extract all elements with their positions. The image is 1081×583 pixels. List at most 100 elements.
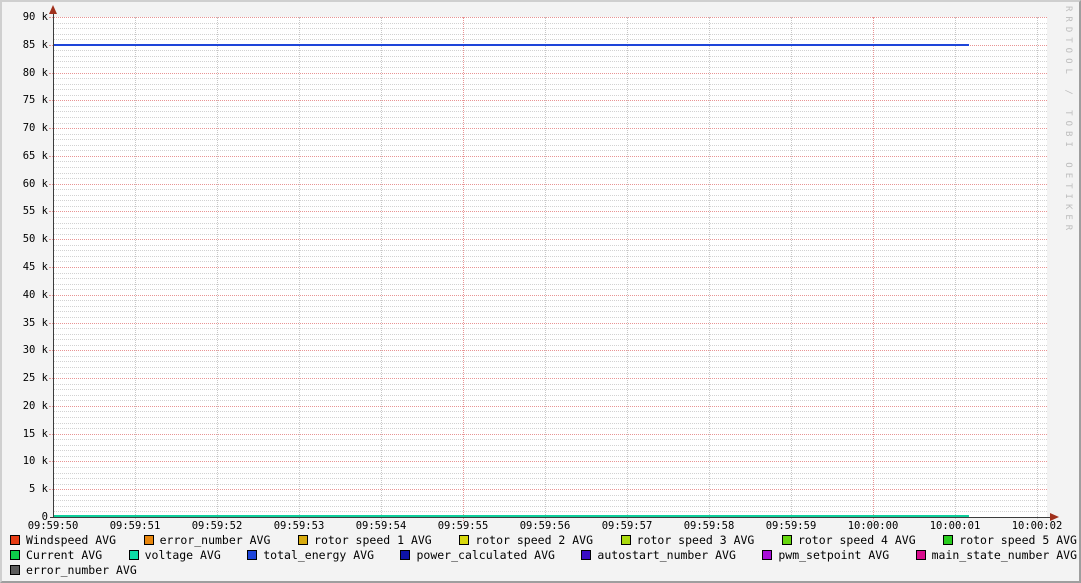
legend-item: error_number AVG xyxy=(144,533,271,547)
gridline-h-minor xyxy=(53,367,1047,368)
gridline-h-minor xyxy=(53,456,1047,457)
gridline-h-minor xyxy=(53,228,1047,229)
gridline-h-minor xyxy=(53,445,1047,446)
gridline-h-major xyxy=(49,461,1047,462)
y-tick-label: 10 k xyxy=(2,454,48,468)
plot-area xyxy=(53,17,1047,517)
x-tick-label: 09:59:57 xyxy=(587,520,667,533)
legend: Windspeed AVGerror_number AVGrotor speed… xyxy=(10,533,1077,578)
gridline-h-minor xyxy=(53,145,1047,146)
gridline-v-minor xyxy=(627,17,628,521)
gridline-h-minor xyxy=(53,423,1047,424)
gridline-h-minor xyxy=(53,78,1047,79)
gridline-h-minor xyxy=(53,261,1047,262)
gridline-h-major xyxy=(49,434,1047,435)
gridline-h-minor xyxy=(53,417,1047,418)
gridline-h-minor xyxy=(53,450,1047,451)
gridline-h-minor xyxy=(53,161,1047,162)
x-tick-label: 10:00:00 xyxy=(833,520,913,533)
legend-label: voltage AVG xyxy=(145,548,221,562)
gridline-h-minor xyxy=(53,317,1047,318)
gridline-h-minor xyxy=(53,473,1047,474)
gridline-h-major xyxy=(49,73,1047,74)
legend-swatch xyxy=(621,535,631,545)
gridline-v-minor xyxy=(545,17,546,521)
gridline-h-major xyxy=(49,156,1047,157)
gridline-h-minor xyxy=(53,189,1047,190)
legend-swatch xyxy=(10,535,20,545)
gridline-h-minor xyxy=(53,334,1047,335)
y-tick-label: 20 k xyxy=(2,399,48,413)
legend-label: main_state_number AVG xyxy=(932,548,1077,562)
gridline-h-major xyxy=(49,211,1047,212)
legend-label: error_number AVG xyxy=(26,563,137,577)
legend-item: rotor speed 4 AVG xyxy=(782,533,916,547)
gridline-h-minor xyxy=(53,28,1047,29)
legend-item: voltage AVG xyxy=(129,548,221,562)
y-tick-label: 45 k xyxy=(2,260,48,274)
gridline-h-minor xyxy=(53,389,1047,390)
gridline-h-minor xyxy=(53,467,1047,468)
gridline-h-minor xyxy=(53,173,1047,174)
gridline-h-minor xyxy=(53,89,1047,90)
x-tick-label: 09:59:59 xyxy=(751,520,831,533)
x-tick-label: 09:59:54 xyxy=(341,520,421,533)
gridline-h-minor xyxy=(53,223,1047,224)
gridline-h-minor xyxy=(53,167,1047,168)
gridline-h-minor xyxy=(53,84,1047,85)
gridline-h-minor xyxy=(53,373,1047,374)
legend-label: pwm_setpoint AVG xyxy=(778,548,889,562)
legend-item: pwm_setpoint AVG xyxy=(762,548,889,562)
gridline-h-minor xyxy=(53,245,1047,246)
x-tick-label: 09:59:53 xyxy=(259,520,339,533)
y-tick-label: 30 k xyxy=(2,343,48,357)
gridline-h-minor xyxy=(53,300,1047,301)
gridline-h-minor xyxy=(53,39,1047,40)
legend-swatch xyxy=(10,565,20,575)
legend-swatch xyxy=(916,550,926,560)
gridline-v-minor xyxy=(791,17,792,521)
legend-row: error_number AVG xyxy=(10,563,1077,577)
legend-swatch xyxy=(400,550,410,560)
legend-item: Current AVG xyxy=(10,548,102,562)
x-tick-label: 09:59:55 xyxy=(423,520,503,533)
gridline-h-minor xyxy=(53,111,1047,112)
legend-label: rotor speed 3 AVG xyxy=(637,533,755,547)
legend-item: autostart_number AVG xyxy=(581,548,735,562)
gridline-h-minor xyxy=(53,117,1047,118)
legend-row: Current AVGvoltage AVGtotal_energy AVGpo… xyxy=(10,548,1077,562)
gridline-h-minor xyxy=(53,506,1047,507)
y-tick-label: 70 k xyxy=(2,121,48,135)
gridline-h-minor xyxy=(53,106,1047,107)
y-tick-label: 35 k xyxy=(2,316,48,330)
gridline-h-minor xyxy=(53,328,1047,329)
gridline-h-minor xyxy=(53,500,1047,501)
legend-item: error_number AVG xyxy=(10,563,137,577)
legend-label: Current AVG xyxy=(26,548,102,562)
x-tick-label: 10:00:02 xyxy=(997,520,1077,533)
gridline-h-major xyxy=(49,239,1047,240)
gridline-v-minor xyxy=(381,17,382,521)
x-tick-label: 09:59:52 xyxy=(177,520,257,533)
series-line xyxy=(53,44,969,46)
x-tick-label: 09:59:56 xyxy=(505,520,585,533)
gridline-h-major xyxy=(49,267,1047,268)
gridline-h-minor xyxy=(53,178,1047,179)
gridline-v-minor xyxy=(709,17,710,521)
gridline-h-minor xyxy=(53,361,1047,362)
gridline-h-minor xyxy=(53,23,1047,24)
legend-item: rotor speed 1 AVG xyxy=(298,533,432,547)
gridline-h-major xyxy=(49,128,1047,129)
legend-label: total_energy AVG xyxy=(263,548,374,562)
gridline-h-minor xyxy=(53,95,1047,96)
legend-swatch xyxy=(298,535,308,545)
gridline-h-minor xyxy=(53,411,1047,412)
gridline-h-minor xyxy=(53,34,1047,35)
y-tick-label: 15 k xyxy=(2,427,48,441)
y-tick-label: 55 k xyxy=(2,204,48,218)
y-tick-label: 85 k xyxy=(2,38,48,52)
legend-label: rotor speed 5 AVG xyxy=(959,533,1077,547)
gridline-h-minor xyxy=(53,150,1047,151)
gridline-h-minor xyxy=(53,289,1047,290)
gridline-h-major xyxy=(49,406,1047,407)
